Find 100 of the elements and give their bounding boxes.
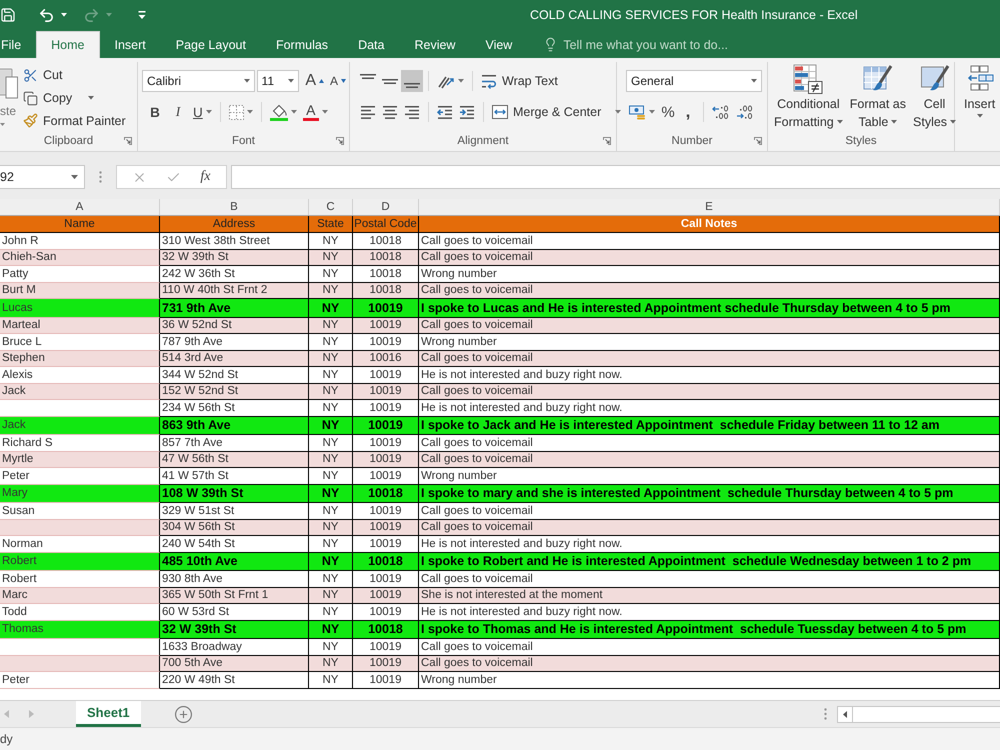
horizontal-scrollbar[interactable] bbox=[837, 706, 1000, 722]
column-header[interactable]: D bbox=[353, 199, 419, 215]
italic-button[interactable]: I bbox=[167, 101, 189, 123]
table-bars-icon bbox=[793, 64, 824, 94]
name-box[interactable]: 92 bbox=[0, 165, 85, 189]
grip-icon bbox=[824, 708, 827, 720]
caret-icon bbox=[649, 110, 655, 114]
caret-icon bbox=[458, 79, 464, 83]
indent-increase-icon[interactable] bbox=[459, 106, 475, 118]
number-format-field[interactable]: General bbox=[626, 70, 762, 92]
shrink-font-button[interactable]: A bbox=[327, 70, 349, 92]
merge-center-button[interactable]: Merge & Center bbox=[489, 101, 624, 123]
merge-cells-icon bbox=[492, 105, 508, 119]
grow-font-button[interactable]: A bbox=[302, 70, 327, 92]
wrap-text-icon bbox=[481, 74, 497, 88]
ribbon-tab[interactable]: File bbox=[0, 31, 36, 58]
dialog-launcher-icon[interactable] bbox=[336, 136, 344, 144]
ribbon-tab[interactable]: Data bbox=[343, 31, 400, 58]
save-icon[interactable] bbox=[0, 7, 16, 23]
font-size-field[interactable]: 11 bbox=[256, 70, 300, 92]
dialog-launcher-icon[interactable] bbox=[754, 136, 762, 144]
caret-icon bbox=[615, 110, 622, 114]
caret-icon bbox=[290, 110, 297, 114]
group-label: Number bbox=[672, 134, 712, 146]
caret-icon bbox=[244, 79, 250, 83]
ribbon-tab[interactable]: Home bbox=[36, 31, 100, 58]
caret-icon bbox=[322, 110, 328, 114]
column-header[interactable]: E bbox=[419, 199, 1000, 215]
window-title: COLD CALLING SERVICES FOR Health Insurance - Excel bbox=[530, 8, 858, 22]
caret-icon bbox=[950, 120, 956, 124]
paint-bucket-icon bbox=[270, 103, 288, 121]
format-painter-button[interactable]: Format Painter bbox=[20, 109, 129, 132]
caret-icon bbox=[0, 123, 5, 126]
caret-icon bbox=[751, 79, 757, 83]
group-label: Font bbox=[232, 134, 255, 146]
scissors-icon bbox=[23, 68, 38, 83]
caret-icon bbox=[976, 114, 983, 118]
banknote-icon bbox=[629, 104, 646, 120]
increase-decimal-icon[interactable] bbox=[712, 104, 730, 120]
indent-decrease-icon[interactable] bbox=[437, 106, 453, 118]
cell-styles-button[interactable]: Cell Styles bbox=[910, 62, 960, 132]
ribbon-tab[interactable]: Review bbox=[399, 31, 470, 58]
formula-input[interactable] bbox=[231, 165, 1000, 189]
copy-icon bbox=[23, 90, 38, 106]
percent-style-button[interactable]: % bbox=[658, 101, 678, 123]
align-middle-icon bbox=[382, 78, 398, 84]
font-name-field[interactable]: Calibri bbox=[142, 70, 255, 92]
border-grid-icon bbox=[228, 104, 244, 120]
insert-cells-button[interactable]: Insert bbox=[961, 62, 998, 132]
group-label: Clipboard bbox=[44, 134, 94, 146]
postal-code-cell: 10019 bbox=[353, 672, 419, 688]
caret-icon bbox=[246, 110, 253, 114]
column-header[interactable]: C bbox=[309, 199, 353, 215]
search-field[interactable]: Tell me what you want to do... bbox=[563, 38, 764, 52]
customize-icon[interactable] bbox=[138, 10, 146, 20]
add-sheet-icon[interactable] bbox=[174, 704, 193, 724]
align-bottom-icon bbox=[404, 83, 420, 88]
group-label: Styles bbox=[845, 134, 877, 146]
font-color-button[interactable]: A bbox=[300, 101, 331, 123]
insert-function-button[interactable]: fx bbox=[200, 169, 210, 185]
comma-style-button[interactable]: , bbox=[678, 101, 698, 123]
underline-button[interactable]: U bbox=[190, 101, 215, 123]
caret-icon[interactable] bbox=[61, 13, 67, 17]
caret-icon bbox=[88, 96, 94, 100]
status-text: dy bbox=[0, 732, 13, 746]
bold-button[interactable]: B bbox=[144, 101, 166, 123]
sheet-tab[interactable]: Sheet1 bbox=[76, 701, 141, 727]
conditional-formatting-button[interactable]: Conditional Formatting bbox=[771, 62, 846, 132]
cut-button[interactable]: Cut bbox=[20, 64, 129, 87]
ribbon-tab[interactable]: Insert bbox=[100, 31, 161, 58]
undo-icon[interactable] bbox=[38, 6, 55, 24]
triangle-down-icon bbox=[341, 79, 346, 83]
caret-icon bbox=[891, 120, 898, 124]
caret-icon bbox=[836, 120, 843, 124]
align-center-icon[interactable] bbox=[382, 106, 398, 118]
column-header[interactable]: B bbox=[160, 199, 309, 215]
wrap-text-button[interactable]: Wrap Text bbox=[478, 70, 561, 92]
dialog-launcher-icon[interactable] bbox=[124, 136, 132, 144]
name-cell: Peter bbox=[0, 672, 160, 688]
arrow-left-icon[interactable] bbox=[843, 710, 847, 718]
format-as-table-button[interactable]: Format as Table bbox=[846, 62, 910, 132]
column-header[interactable]: A bbox=[0, 199, 160, 215]
paintbrush-icon bbox=[23, 113, 38, 128]
align-top-icon bbox=[360, 74, 376, 79]
paste-button[interactable]: ste bbox=[0, 65, 20, 132]
triangle-up-icon bbox=[319, 79, 324, 83]
dialog-launcher-icon[interactable] bbox=[603, 136, 611, 144]
ribbon-tab[interactable]: Formulas bbox=[260, 31, 344, 58]
ribbon-tab[interactable]: View bbox=[470, 31, 528, 58]
copy-button[interactable]: Copy bbox=[20, 86, 129, 110]
notes-cell: Wrong number bbox=[419, 672, 1000, 688]
caret-icon bbox=[206, 110, 212, 114]
align-left-icon[interactable] bbox=[360, 106, 376, 118]
align-right-icon[interactable] bbox=[404, 106, 420, 118]
caret-icon bbox=[288, 79, 294, 83]
group-label: Alignment bbox=[457, 134, 509, 146]
ribbon-tab[interactable]: Page Layout bbox=[160, 31, 261, 58]
decrease-decimal-icon[interactable] bbox=[736, 104, 754, 120]
align-bottom-button[interactable] bbox=[401, 70, 423, 92]
grip-icon bbox=[99, 171, 102, 183]
